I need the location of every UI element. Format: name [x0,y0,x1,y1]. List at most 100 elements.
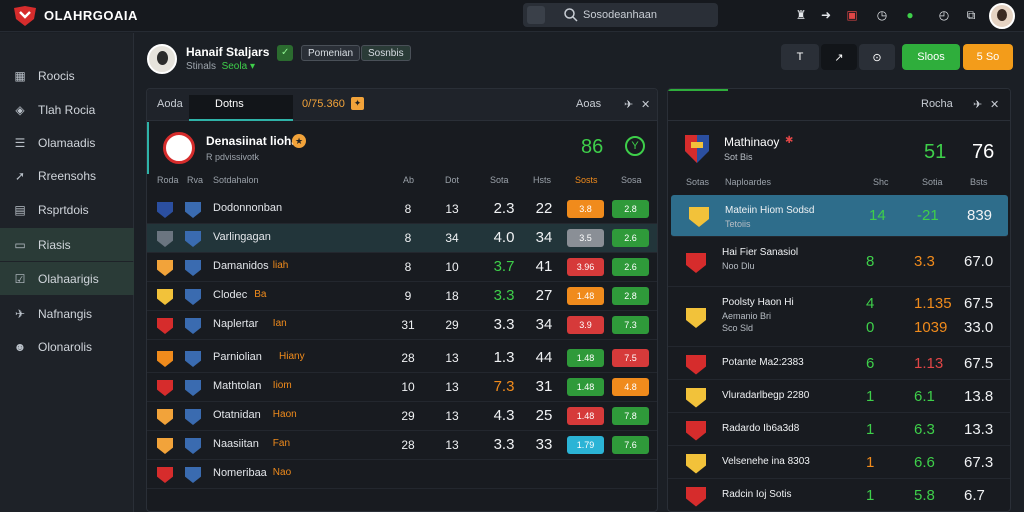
chip-pomenian[interactable]: Pomenian [301,45,361,61]
arrow-right-icon[interactable]: ➜ [817,6,835,24]
odds-button[interactable]: 2.6 [612,229,649,247]
standings-row[interactable]: Velsenehe ina 8303 1 6.6 67.3 [668,446,1010,479]
table-row[interactable]: Parniolian Hiany 28 13 1.3 44 1.48 7.5 [147,344,657,373]
sidebar-item-0[interactable]: ▦ Roocis [0,59,134,92]
sidebar-item-label: Olahaarigis [38,271,99,286]
table-header: Roda Rva Sotdahalon Ab Dot Sota Hsts Sos… [147,175,657,193]
team-tag: Ian [272,318,287,329]
standings-row[interactable]: Radardo Ib6a3d8 1 6.3 13.3 [668,413,1010,446]
toolbar-arrow-button[interactable]: ↗ [821,44,857,70]
external-link-icon[interactable]: ⧉ [962,6,980,24]
green-action-button[interactable]: Sloos [902,44,960,70]
tab-balance[interactable]: 0/75.360 [302,98,345,110]
search-bar[interactable]: Sosodeanhaan [523,3,718,27]
table-row[interactable]: Otatnidan Haon 29 13 4.3 25 1.48 7.8 [147,402,657,431]
odds-button[interactable]: 7.3 [612,316,649,334]
stat-value: 0 [866,319,875,336]
table-row[interactable]: Damanidos liah 8 10 3.7 41 3.96 2.6 [147,253,657,282]
standings-row[interactable]: Poolsty Haon Hi Aemanio Bri Sco Sld 4 1.135 6… [668,287,1010,347]
odds-button[interactable]: 7.5 [612,349,649,367]
odds-button[interactable]: 1.48 [567,287,604,305]
chip-sosnbis[interactable]: Sosnbis [361,45,411,61]
orange-action-button[interactable]: 5 So [963,44,1013,70]
odds-button[interactable]: 7.6 [612,436,649,454]
tab-rocha[interactable]: Rocha [921,98,953,110]
odds-button[interactable]: 2.8 [612,287,649,305]
shield-logo-icon[interactable] [12,5,38,27]
notification-icon[interactable]: ▣ [843,6,861,24]
sidebar-item-5[interactable]: ▭ Riasis [0,228,134,261]
pin-icon[interactable]: ✈ [973,98,982,111]
table-row[interactable]: Varlingagan 8 34 4.0 34 3.5 2.6 [147,224,657,253]
col-c-value: 3.3 [493,316,515,333]
timer-icon[interactable]: ◴ [935,6,953,24]
team-crest-icon [689,207,709,227]
close-icon[interactable]: ✕ [641,98,650,111]
sidebar-item-4[interactable]: ▤ Rsprtdois [0,193,134,226]
col-c-value: 2.3 [493,200,515,217]
table-row[interactable]: Naasiitan Fan 28 13 3.3 33 1.79 7.6 [147,431,657,460]
trophy-icon[interactable]: ♜ [792,6,810,24]
sidebar-item-1[interactable]: ◈ Tlah Rocia [0,93,134,126]
profile-avatar[interactable] [147,44,177,74]
odds-button[interactable]: 1.48 [567,378,604,396]
standings-row[interactable]: Mateiin Hiom Sodsd Tetoiis 14 -21 839 [671,195,1008,237]
col-d-value: 31 [535,378,553,395]
table-row[interactable]: Dodonnonban 8 13 2.3 22 3.8 2.8 [147,195,657,224]
team-name: Nomeribaa [213,467,267,479]
featured-team[interactable]: Mathinaoy ✱ Sot Bis 51 76 [668,125,1010,175]
odds-button[interactable]: 2.8 [612,200,649,218]
sidebar-item-6[interactable]: ☑ Olahaarigis [0,262,134,295]
stat-value: 1 [866,387,875,405]
odds-button[interactable]: 1.79 [567,436,604,454]
col-header: Sotdahalon [213,175,259,185]
sidebar-item-2[interactable]: ☰ Olamaadis [0,126,134,159]
col-a-value: 8 [404,231,412,245]
close-icon[interactable]: ✕ [990,98,999,111]
col-b-value: 13 [445,202,459,216]
standings-row[interactable]: Vluradarlbegp 2280 1 6.1 13.8 [668,380,1010,413]
toolbar-clock-button[interactable]: ⊙ [859,44,895,70]
col-a-value: 9 [404,289,412,303]
odds-button[interactable]: 1.48 [567,349,604,367]
standings-row[interactable]: Radcin Ioj Sotis 1 5.8 6.7 [668,479,1010,511]
standings-panel: Rocha ✈ ✕ Mathinaoy ✱ Sot Bis 51 76 Sota… [667,88,1011,512]
table-row[interactable]: Clodec Ba 9 18 3.3 27 1.48 2.8 [147,282,657,311]
table-row[interactable]: Naplertar Ian 31 29 3.3 34 3.9 7.3 [147,311,657,340]
tab-dotns-label: Dotns [215,98,244,110]
panel-tabs: Aoda Dotns 0/75.360 ✦ Aoas ✈ ✕ [147,89,657,121]
search-input[interactable]: Sosodeanhaan [583,9,657,21]
table-row[interactable]: Nomeribaa Nao [147,460,657,489]
status-online-icon[interactable]: ● [901,6,919,24]
stat-value: 8 [866,253,875,270]
col-c-value: 1.3 [493,349,515,366]
featured-match[interactable]: Denasiinat liohan ★ R pdvissivotk 86 Y [147,122,657,174]
team-name: Naplertar [213,318,259,330]
standings-row[interactable]: Potante Ma2:2383 6 1.13 67.5 [668,347,1010,380]
odds-button[interactable]: 3.5 [567,229,604,247]
user-avatar[interactable] [989,3,1015,29]
odds-button[interactable]: 1.48 [567,407,604,425]
odds-button[interactable]: 4.8 [612,378,649,396]
standings-row[interactable]: Hai Fier Sanasiol Noo Dlu 8 3.3 67.0 [668,237,1010,287]
team-crest-icon [157,438,173,454]
odds-button[interactable]: 3.96 [567,258,604,276]
table-row[interactable]: Mathtolan Iiom 10 13 7.3 31 1.48 4.8 [147,373,657,402]
team-tag: Iiom [272,380,292,391]
team-crest-icon [157,351,173,367]
odds-button[interactable]: 3.8 [567,200,604,218]
sidebar-item-3[interactable]: ➚ Rreensohs [0,159,134,192]
col-header: Sota [490,175,509,185]
odds-button[interactable]: 2.6 [612,258,649,276]
sidebar-item-8[interactable]: ☻ Olonarolis [0,330,134,363]
featured-check[interactable]: Y [625,136,645,156]
sidebar-item-7[interactable]: ✈ Nafnangis [0,297,134,330]
odds-button[interactable]: 7.8 [612,407,649,425]
toolbar-t-button[interactable]: T [781,44,819,70]
pin-icon[interactable]: ✈ [624,98,633,111]
tab-aoda[interactable]: Aoda [157,98,183,110]
stat-value: 6.3 [914,420,935,438]
tablet-icon[interactable] [527,6,545,24]
clock-icon[interactable]: ◷ [873,6,891,24]
odds-button[interactable]: 3.9 [567,316,604,334]
